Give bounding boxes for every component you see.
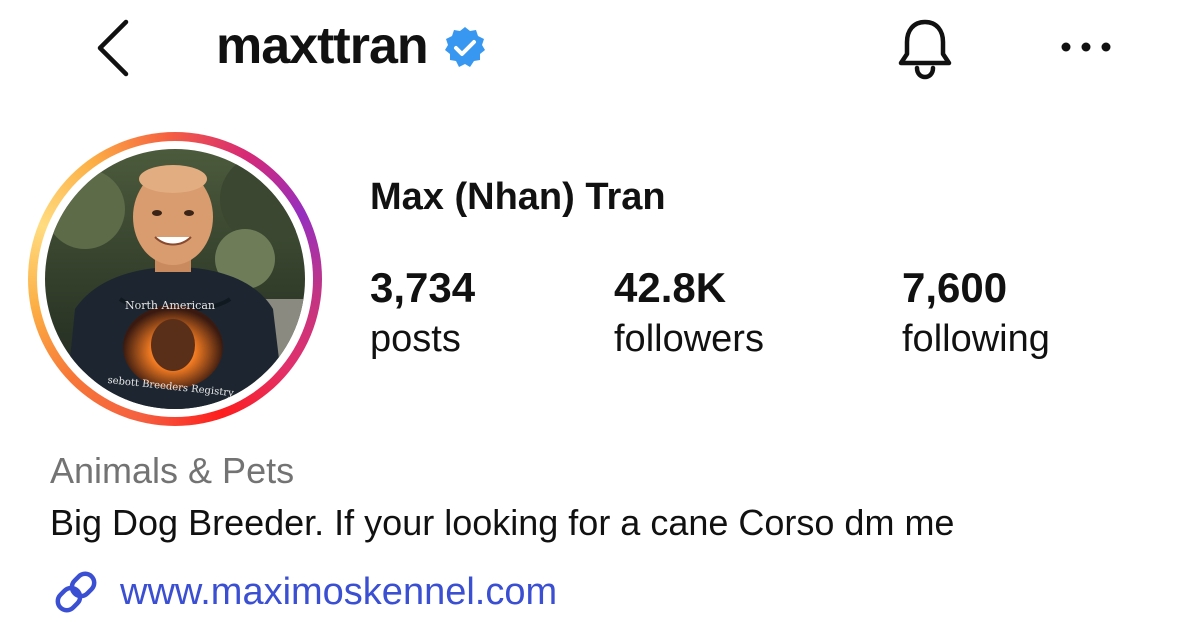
more-horizontal-icon[interactable] [1058, 32, 1114, 62]
chevron-left-icon[interactable] [92, 18, 136, 78]
profile-category: Animals & Pets [50, 450, 295, 491]
followers-label: followers [614, 318, 764, 360]
shirt-text-top: North American [125, 299, 215, 312]
followers-count: 42.8K [614, 264, 727, 311]
posts-count: 3,734 [370, 264, 476, 311]
following-label: following [902, 318, 1050, 360]
avatar-photo: North American sebott Breeders Registry [45, 149, 305, 409]
stat-posts[interactable]: 3,734 posts [370, 262, 475, 364]
avatar-frame: North American sebott Breeders Registry [37, 141, 313, 417]
stat-following[interactable]: 7,600 following [902, 262, 1050, 364]
bell-icon[interactable] [892, 16, 958, 82]
username: maxttran [216, 17, 429, 75]
link-icon [55, 571, 97, 613]
username-title: maxttran [216, 14, 488, 78]
profile-link[interactable]: www.maximoskennel.com [50, 566, 557, 618]
profile-header: maxttran [0, 0, 1200, 100]
stat-followers[interactable]: 42.8K followers [614, 262, 764, 364]
verified-badge-icon [444, 27, 485, 67]
display-name: Max (Nhan) Tran [370, 176, 666, 218]
posts-label: posts [370, 318, 461, 360]
website-link[interactable]: www.maximoskennel.com [120, 571, 557, 614]
avatar: North American sebott Breeders Registry [45, 149, 305, 409]
story-ring[interactable]: North American sebott Breeders Registry [28, 132, 322, 426]
following-count: 7,600 [902, 264, 1008, 311]
bio-text: Big Dog Breeder. If your looking for a c… [50, 502, 955, 543]
